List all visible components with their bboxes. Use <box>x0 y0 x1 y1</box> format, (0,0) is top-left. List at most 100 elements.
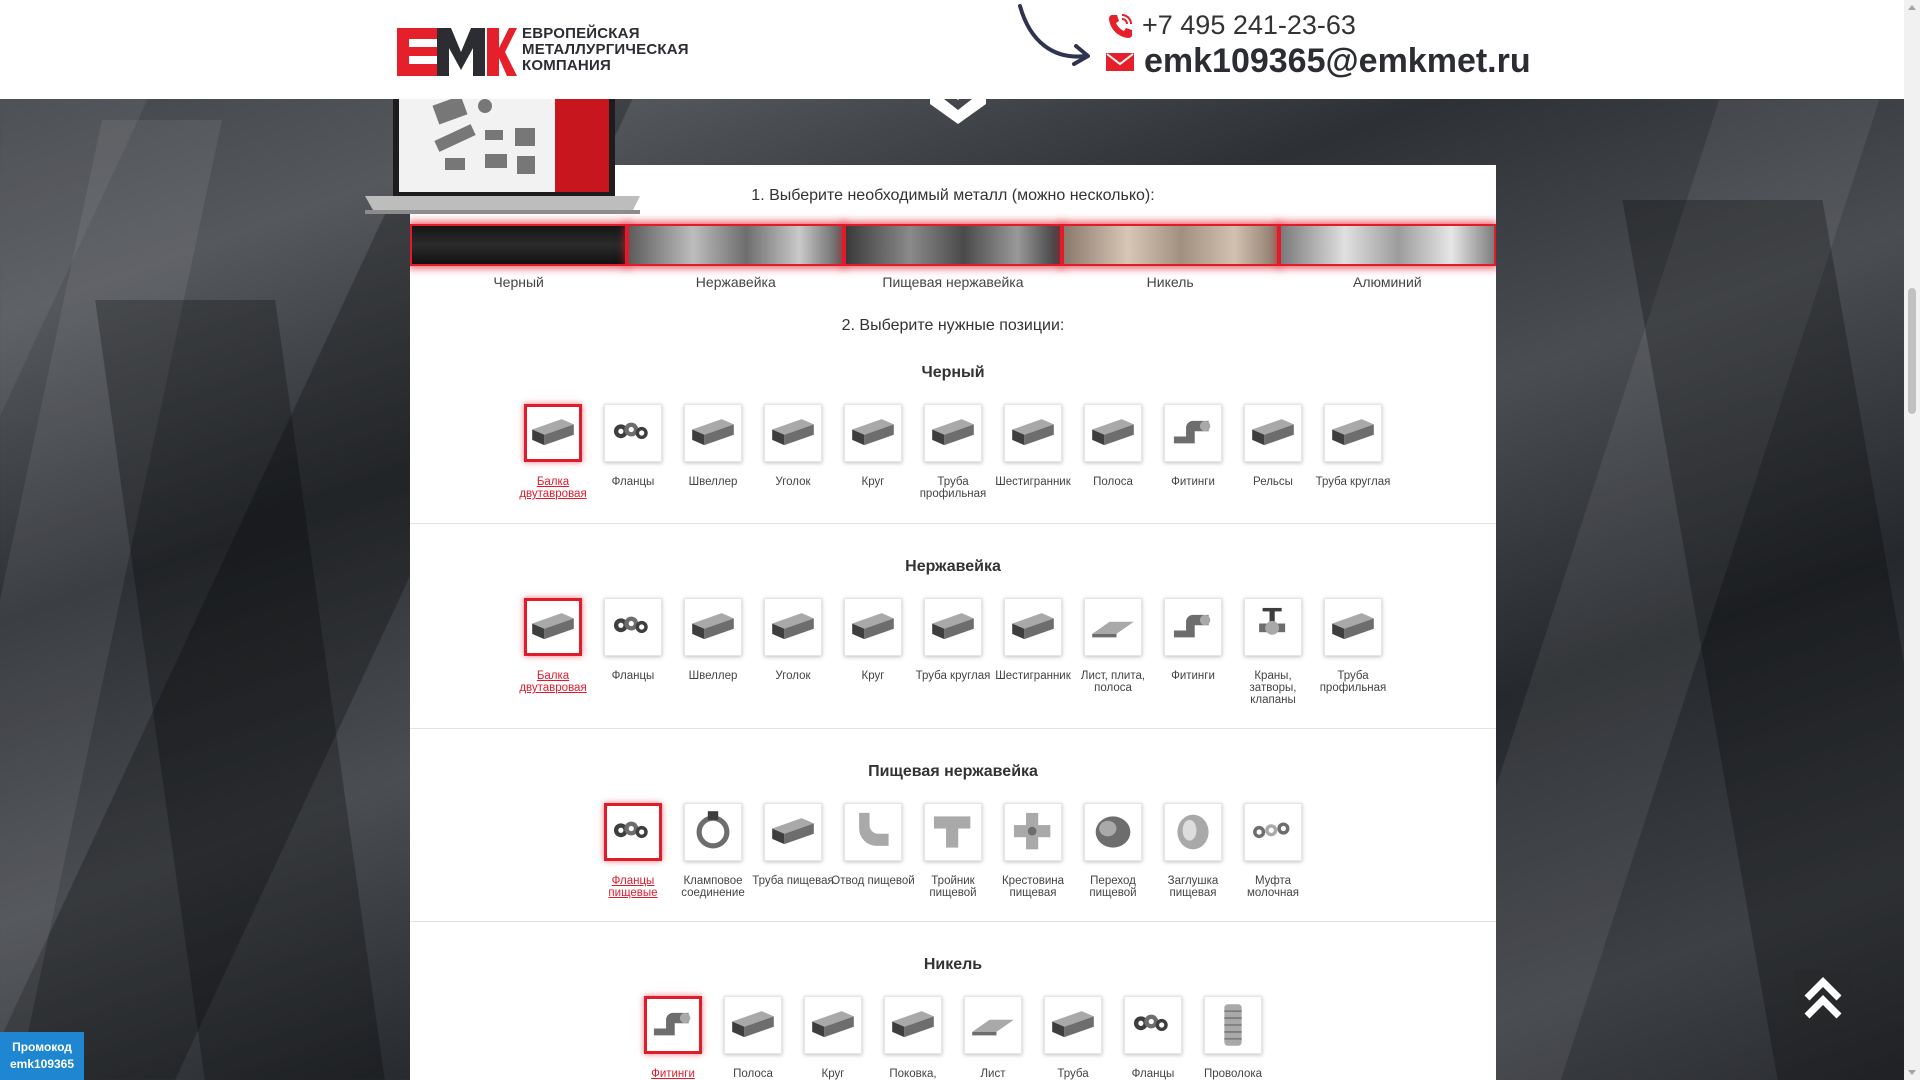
product-item-label[interactable]: Фланцы <box>591 670 675 682</box>
product-thumbnail[interactable] <box>1244 598 1302 656</box>
product-item-label[interactable]: Полоса <box>711 1068 795 1080</box>
metal-option[interactable]: Пищевая нержавейка <box>844 224 1062 290</box>
scrollbar-up-arrow-icon[interactable] <box>1908 5 1916 10</box>
metal-swatch[interactable] <box>1278 224 1496 266</box>
product-item[interactable]: Швеллер <box>673 598 753 706</box>
product-item-label[interactable]: Труба профильная <box>1311 670 1395 694</box>
metal-option[interactable]: Алюминий <box>1278 224 1496 290</box>
product-item-label[interactable]: Полоса <box>1071 476 1155 488</box>
product-item[interactable]: Швеллер <box>673 404 753 500</box>
product-item-label[interactable]: Фитинги <box>1151 476 1235 488</box>
product-item[interactable]: Шестигранник <box>993 598 1073 706</box>
product-item[interactable]: Круг <box>833 404 913 500</box>
product-item[interactable]: Труба <box>1033 996 1113 1080</box>
product-item[interactable]: Фланцы <box>1113 996 1193 1080</box>
product-item-label[interactable]: Рельсы <box>1231 476 1315 488</box>
product-thumbnail[interactable] <box>1084 598 1142 656</box>
product-thumbnail[interactable] <box>764 598 822 656</box>
product-item[interactable]: Балка двутавровая <box>513 404 593 500</box>
product-item[interactable]: Фланцы пищевые <box>593 803 673 899</box>
product-thumbnail[interactable] <box>1204 996 1262 1054</box>
product-item[interactable]: Отвод пищевой <box>831 803 915 899</box>
product-item[interactable]: Труба круглая <box>913 598 993 706</box>
product-thumbnail[interactable] <box>1004 404 1062 462</box>
product-item-label[interactable]: Поковка, <box>871 1068 955 1080</box>
product-item-label[interactable]: Кламповое соединение <box>671 875 755 899</box>
product-item-label[interactable]: Круг <box>831 476 915 488</box>
metal-swatch[interactable] <box>1061 224 1279 266</box>
product-item[interactable]: Фланцы <box>593 404 673 500</box>
phone-number[interactable]: +7 495 241-23-63 <box>1142 10 1356 41</box>
product-item-label[interactable]: Труба <box>1031 1068 1115 1080</box>
product-thumbnail[interactable] <box>764 803 822 861</box>
product-thumbnail[interactable] <box>684 803 742 861</box>
page-scrollbar[interactable] <box>1904 0 1920 1080</box>
product-thumbnail[interactable] <box>684 598 742 656</box>
product-item-label[interactable]: Тройник пищевой <box>911 875 995 899</box>
product-item[interactable]: Кламповое соединение <box>673 803 753 899</box>
scrollbar-thumb[interactable] <box>1908 288 1916 414</box>
product-thumbnail[interactable] <box>1004 598 1062 656</box>
product-item-label[interactable]: Фланцы <box>1111 1068 1195 1080</box>
product-item[interactable]: Краны, затворы, клапаны <box>1233 598 1313 706</box>
catalog-laptop-image[interactable] <box>365 92 640 214</box>
scrollbar-down-arrow-icon[interactable] <box>1908 1070 1916 1075</box>
product-item[interactable]: Фланцы <box>593 598 673 706</box>
product-item[interactable]: Фитинги <box>633 996 713 1080</box>
product-item[interactable]: Труба профильная <box>913 404 993 500</box>
product-item[interactable]: Рельсы <box>1233 404 1313 500</box>
product-item-label[interactable]: Круг <box>791 1068 875 1080</box>
product-item[interactable]: Проволока <box>1193 996 1273 1080</box>
product-thumbnail[interactable] <box>1084 803 1142 861</box>
product-thumbnail[interactable] <box>1124 996 1182 1054</box>
product-item-label[interactable]: Лист, плита, полоса <box>1071 670 1155 694</box>
product-item-label[interactable]: Балка двутавровая <box>511 476 595 500</box>
product-thumbnail[interactable] <box>964 996 1022 1054</box>
product-thumbnail[interactable] <box>1164 598 1222 656</box>
product-thumbnail[interactable] <box>684 404 742 462</box>
product-item-label[interactable]: Краны, затворы, клапаны <box>1231 670 1315 706</box>
product-thumbnail[interactable] <box>844 404 902 462</box>
email-address[interactable]: emk109365@emkmet.ru <box>1144 42 1531 81</box>
product-thumbnail[interactable] <box>1164 803 1222 861</box>
product-item-label[interactable]: Заглушка пищевая <box>1151 875 1235 899</box>
product-thumbnail[interactable] <box>1324 404 1382 462</box>
product-thumbnail[interactable] <box>524 598 582 656</box>
product-thumbnail[interactable] <box>1084 404 1142 462</box>
back-to-top-button[interactable] <box>1795 970 1851 1026</box>
product-item-label[interactable]: Уголок <box>751 670 835 682</box>
product-thumbnail[interactable] <box>884 996 942 1054</box>
product-item-label[interactable]: Фитинги <box>631 1068 715 1080</box>
product-item-label[interactable]: Швеллер <box>671 476 755 488</box>
product-thumbnail[interactable] <box>924 598 982 656</box>
product-thumbnail[interactable] <box>1244 803 1302 861</box>
metal-option[interactable]: Черный <box>410 224 628 290</box>
product-item-label[interactable]: Труба круглая <box>911 670 995 682</box>
metal-swatch[interactable] <box>627 224 845 266</box>
product-item[interactable]: Тройник пищевой <box>913 803 993 899</box>
product-item-label[interactable]: Лист <box>951 1068 1035 1080</box>
product-item-label[interactable]: Балка двутавровая <box>511 670 595 694</box>
product-item[interactable]: Круг <box>793 996 873 1080</box>
product-item-label[interactable]: Труба профильная <box>911 476 995 500</box>
product-thumbnail[interactable] <box>804 996 862 1054</box>
product-item-label[interactable]: Шестигранник <box>991 476 1075 488</box>
product-item-label[interactable]: Переход пищевой <box>1071 875 1155 899</box>
product-thumbnail[interactable] <box>644 996 702 1054</box>
product-item-label[interactable]: Фланцы пищевые <box>591 875 675 899</box>
product-item[interactable]: Труба пищевая <box>752 803 834 899</box>
product-item[interactable]: Круг <box>833 598 913 706</box>
promo-code-badge[interactable]: Промокод emk109365 <box>0 1032 84 1080</box>
product-item-label[interactable]: Уголок <box>751 476 835 488</box>
product-item[interactable]: Полоса <box>713 996 793 1080</box>
product-item[interactable]: Лист, плита, полоса <box>1073 598 1153 706</box>
product-item[interactable]: Полоса <box>1073 404 1153 500</box>
product-thumbnail[interactable] <box>1324 598 1382 656</box>
product-thumbnail[interactable] <box>924 404 982 462</box>
product-item-label[interactable]: Проволока <box>1191 1068 1275 1080</box>
product-item[interactable]: Лист <box>953 996 1033 1080</box>
product-thumbnail[interactable] <box>844 803 902 861</box>
product-item-label[interactable]: Труба круглая <box>1311 476 1395 488</box>
product-thumbnail[interactable] <box>1004 803 1062 861</box>
product-item-label[interactable]: Муфта молочная <box>1231 875 1315 899</box>
